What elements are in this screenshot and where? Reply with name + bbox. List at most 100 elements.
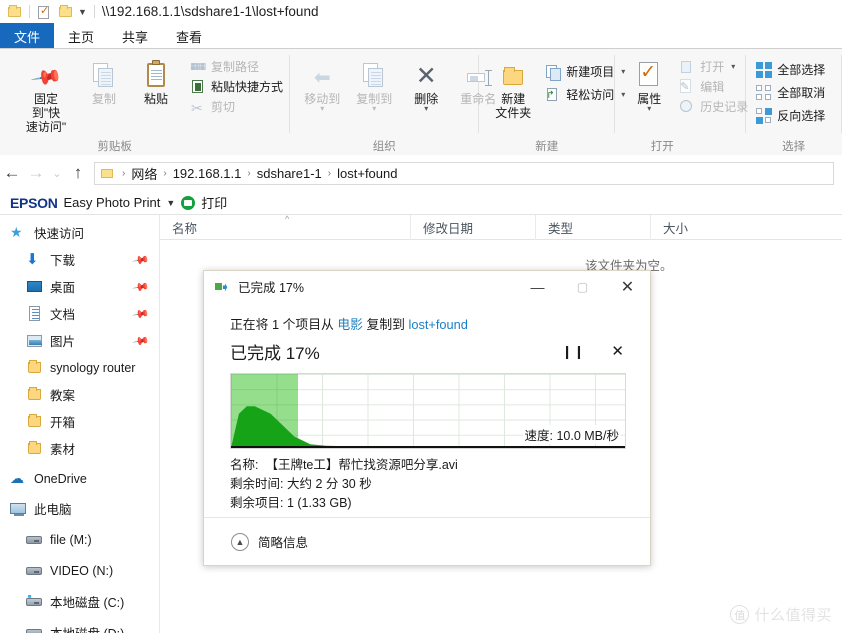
copy-to-button[interactable]: 复制到 ▾ <box>348 55 400 113</box>
folder-icon <box>26 359 43 376</box>
select-all-button[interactable]: 全部选择 <box>754 60 830 79</box>
less-info-label[interactable]: 简略信息 <box>258 532 308 551</box>
breadcrumb-folder[interactable]: lost+found <box>337 166 397 181</box>
watermark-text: 什么值得买 <box>754 607 832 624</box>
column-header-size[interactable]: 大小 <box>650 214 745 240</box>
chevron-down-icon[interactable]: ▼ <box>166 198 175 208</box>
new-item-icon <box>545 64 562 81</box>
address-input[interactable]: › 网络 › 192.168.1.1 › sdshare1-1 › lost+f… <box>94 161 834 185</box>
tab-view[interactable]: 查看 <box>162 23 216 49</box>
dialog-title-bar[interactable]: ➧ 已完成 17% — ▢ ✕ <box>204 271 650 302</box>
breadcrumb-separator: › <box>327 167 332 179</box>
ribbon-group-open: ✓ 属性 ▾ 打开 ▾ ✎ 编辑 历史记录 打开 <box>615 49 748 155</box>
ribbon-group-organize: ⬅ 移动到 ▾ 复制到 ▾ ✕ 删除 ▾ 重命名 组织 <box>290 49 496 155</box>
pin-icon[interactable]: 📌 <box>132 305 151 324</box>
open-button[interactable]: 打开 ▾ <box>677 57 753 76</box>
breadcrumb-network[interactable]: 网络 <box>131 164 157 183</box>
pin-icon[interactable]: 📌 <box>132 278 151 297</box>
sidebar-item-drive-m[interactable]: file (M:) <box>0 526 160 553</box>
move-to-icon: ⬅ <box>313 67 331 89</box>
detail-items-value: 1 (1.33 GB) <box>286 496 352 510</box>
paste-button[interactable]: 粘贴 <box>130 55 182 106</box>
recent-locations-button[interactable]: ⌄ <box>48 167 66 180</box>
sidebar-item-drive-d[interactable]: 本地磁盘 (D:) <box>0 619 160 633</box>
copy-progress-dialog[interactable]: ➧ 已完成 17% — ▢ ✕ 正在将 1 个项目从 电影 复制到 lost+f… <box>203 270 651 566</box>
forward-button[interactable]: → <box>24 163 48 183</box>
breadcrumb-host[interactable]: 192.168.1.1 <box>173 166 242 181</box>
move-to-button[interactable]: ⬅ 移动到 ▾ <box>296 55 348 113</box>
copy-destination-link[interactable]: lost+found <box>408 317 467 332</box>
new-folder-button[interactable]: 新建 文件夹 <box>487 55 539 120</box>
tab-share[interactable]: 共享 <box>108 23 162 49</box>
easy-access-icon <box>545 87 561 103</box>
address-bar: ← → ⌄ ↑ › 网络 › 192.168.1.1 › sdshare1-1 … <box>0 155 842 191</box>
sidebar-item-this-pc[interactable]: 此电脑 <box>0 495 160 522</box>
progress-row: 已完成 17% ❙❙ ✕ <box>230 339 624 364</box>
close-button[interactable]: ✕ <box>605 271 650 302</box>
chevron-up-circle-icon[interactable]: ▲ <box>231 532 249 551</box>
sidebar-item-pictures[interactable]: 图片 📌 <box>0 327 160 354</box>
pin-icon[interactable]: 📌 <box>132 332 151 351</box>
dialog-footer[interactable]: ▲ 简略信息 <box>204 517 650 565</box>
sidebar-item-desktop[interactable]: 桌面 📌 <box>0 273 160 300</box>
pause-button[interactable]: ❙❙ <box>562 344 586 360</box>
select-all-icon <box>756 61 773 78</box>
sidebar-item-synology-router[interactable]: synology router <box>0 354 160 381</box>
pin-icon[interactable]: 📌 <box>132 251 151 270</box>
folder-icon <box>26 440 43 457</box>
delete-x-icon: ✕ <box>415 62 437 90</box>
folder-icon[interactable] <box>57 4 75 20</box>
breadcrumb-share[interactable]: sdshare1-1 <box>257 166 322 181</box>
back-button[interactable]: ← <box>0 163 24 183</box>
delete-button[interactable]: ✕ 删除 ▾ <box>400 55 452 113</box>
paste-shortcut-button[interactable]: 粘贴快捷方式 <box>188 77 288 96</box>
copy-path-button[interactable]: ▦▦ 复制路径 <box>188 57 288 76</box>
sidebar-item-jiaoan[interactable]: 教案 <box>0 381 160 408</box>
tab-home[interactable]: 主页 <box>54 23 108 49</box>
sidebar-item-quick-access[interactable]: ★ 快速访问 <box>0 219 160 246</box>
up-button[interactable]: ↑ <box>66 163 90 183</box>
window-path: \\192.168.1.1\sdshare1-1\lost+found <box>101 4 319 19</box>
sidebar-item-drive-n[interactable]: VIDEO (N:) <box>0 557 160 584</box>
paste-icon <box>145 55 167 89</box>
dialog-actions: ❙❙ ✕ <box>562 343 624 360</box>
sidebar-item-documents[interactable]: 文档 📌 <box>0 300 160 327</box>
invert-selection-button[interactable]: 反向选择 <box>754 106 830 125</box>
ribbon: 📌 固定到"快 速访问" 复制 粘贴 ▦▦ 复制路径 粘贴快捷方式 ✂ 剪切 剪… <box>0 49 842 155</box>
sidebar-item-onedrive[interactable]: ☁ OneDrive <box>0 465 160 492</box>
minimize-button[interactable]: — <box>515 271 560 302</box>
breadcrumb-separator: › <box>122 167 126 179</box>
column-header-type[interactable]: 类型 <box>535 214 650 240</box>
epson-print-label[interactable]: 打印 <box>201 193 227 212</box>
history-button[interactable]: 历史记录 <box>677 97 753 116</box>
properties-button[interactable]: ✓ 属性 ▾ <box>623 55 675 113</box>
graph-baseline <box>231 446 625 448</box>
column-header-date-modified[interactable]: 修改日期 <box>410 214 535 240</box>
cut-button[interactable]: ✂ 剪切 <box>188 97 288 116</box>
column-header-name[interactable]: ^ 名称 <box>160 214 410 240</box>
edit-button[interactable]: ✎ 编辑 <box>677 77 753 96</box>
sidebar-item-kaixiang[interactable]: 开箱 <box>0 408 160 435</box>
copy-button[interactable]: 复制 <box>78 55 130 106</box>
pin-icon: 📌 <box>29 61 63 95</box>
copy-source-link[interactable]: 电影 <box>337 317 363 332</box>
detail-name-label: 名称: <box>230 458 259 472</box>
pin-to-quick-access-button[interactable]: 📌 固定到"快 速访问" <box>14 55 78 134</box>
tab-file[interactable]: 文件 <box>0 23 55 49</box>
sidebar-item-downloads[interactable]: ⬇ 下载 📌 <box>0 246 160 273</box>
select-none-button[interactable]: 全部取消 <box>754 83 830 102</box>
folder-icon <box>6 4 24 20</box>
sidebar-item-drive-c[interactable]: 本地磁盘 (C:) <box>0 588 160 615</box>
chevron-down-icon[interactable]: ▼ <box>78 7 87 17</box>
select-none-icon <box>756 84 772 101</box>
breadcrumb-separator: › <box>163 167 167 179</box>
properties-icon[interactable] <box>35 4 53 20</box>
epson-product-label[interactable]: Easy Photo Print <box>64 195 161 210</box>
maximize-button[interactable]: ▢ <box>560 271 605 302</box>
divider <box>29 5 30 18</box>
navigation-pane[interactable]: ★ 快速访问 ⬇ 下载 📌 桌面 📌 文档 📌 图片 📌 synology ro… <box>0 215 160 633</box>
cancel-button[interactable]: ✕ <box>611 343 624 360</box>
sidebar-item-sucai[interactable]: 素材 <box>0 435 160 462</box>
printer-icon[interactable] <box>181 195 196 210</box>
detail-time-label: 剩余时间: <box>230 477 284 491</box>
